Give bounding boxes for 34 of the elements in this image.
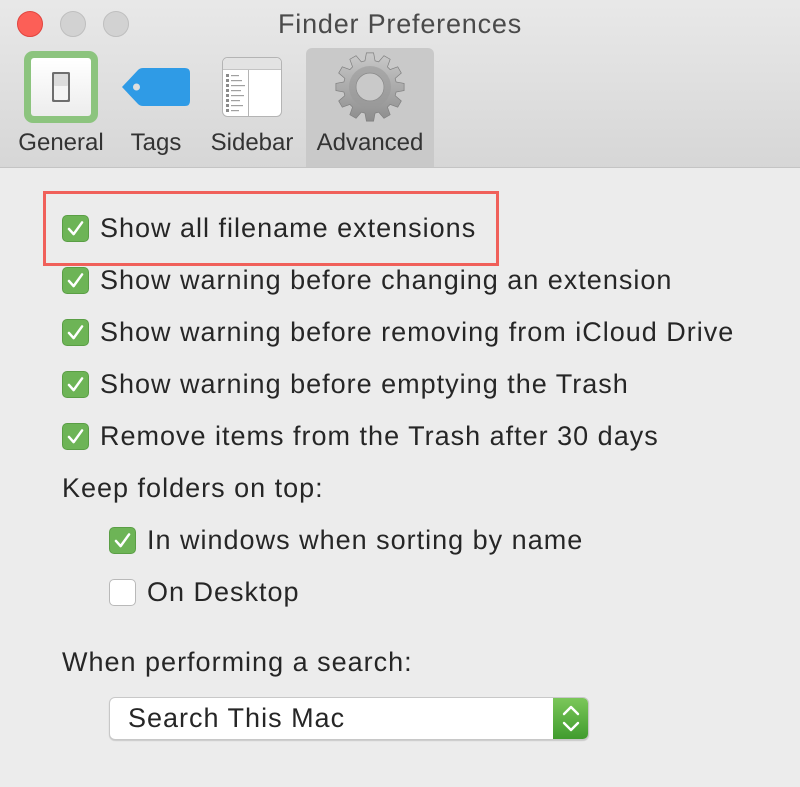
check-icon [67,220,84,236]
checkbox[interactable] [109,526,136,554]
gear-icon [335,52,405,122]
check-icon [114,532,131,548]
stepper-arrows-icon [553,698,588,739]
toolbar-tab[interactable]: Advanced [306,48,434,167]
toolbar-tab[interactable]: Tags [112,48,200,167]
checkbox-label: On Desktop [147,576,300,609]
checkbox[interactable] [62,266,89,294]
checkbox-label: Remove items from the Trash after 30 days [100,420,659,453]
section-heading: Keep folders on top: [62,472,324,505]
checkbox-label: Show warning before changing an extension [100,264,672,297]
checkbox[interactable] [62,318,89,346]
tag-icon [122,68,190,106]
check-icon [67,272,84,288]
section-heading: When performing a search: [62,646,413,679]
checkbox[interactable] [109,578,136,606]
checkbox[interactable] [62,422,89,450]
check-icon [67,428,84,444]
checkbox-label: Show all filename extensions [100,212,476,245]
light-switch-icon [24,51,98,123]
check-icon [67,324,84,340]
toolbar-tab[interactable]: Sidebar [200,48,304,167]
search-scope-dropdown[interactable]: Search This Mac [109,697,589,740]
window-title: Finder Preferences [278,10,522,38]
sidebar-window-icon [222,57,282,117]
checkbox[interactable] [62,370,89,398]
checkbox-label: Show warning before removing from iCloud Drive [100,316,734,349]
check-icon [67,376,84,392]
checkbox-label: Show warning before emptying the Trash [100,368,629,401]
toolbar-tab[interactable]: General [10,48,112,167]
close-button[interactable] [17,11,43,37]
checkbox-label: In windows when sorting by name [147,524,584,557]
checkbox[interactable] [62,214,89,242]
